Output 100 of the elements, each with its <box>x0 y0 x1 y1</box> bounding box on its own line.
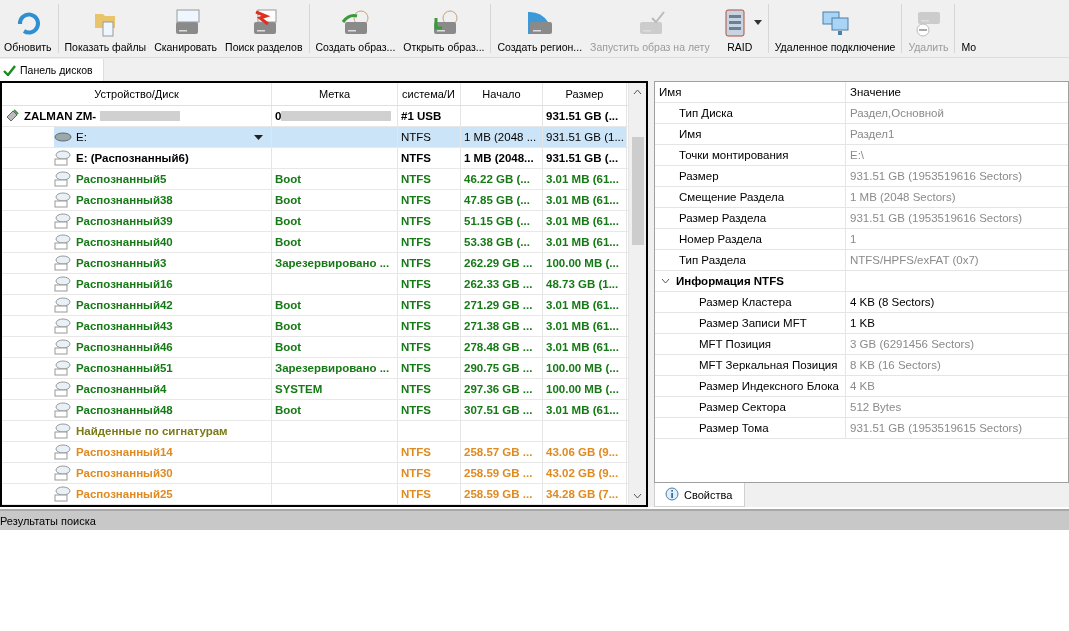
property-name: MFT Зеркальная Позиция <box>699 359 838 371</box>
property-name: Точки монтирования <box>679 149 789 161</box>
usb-drive-icon <box>4 108 20 124</box>
disk-tree-item[interactable]: Распознанный4 <box>54 379 271 399</box>
disk-tree-item[interactable]: Распознанный38 <box>54 190 271 210</box>
column-header[interactable]: Размер <box>543 83 627 105</box>
disk-tree-item[interactable]: Распознанный3 <box>54 253 271 273</box>
toolbar-button[interactable]: Сканировать <box>150 0 222 57</box>
disk-tree-item[interactable]: Распознанный16 <box>54 274 271 294</box>
disk-tree-item[interactable]: E: <box>54 127 271 147</box>
toolbar-button[interactable]: Создать образ... <box>311 0 400 57</box>
table-cell: 48.73 GB (1... <box>546 278 619 290</box>
table-cell: 307.51 GB ... <box>464 404 533 416</box>
disk-tree-item[interactable]: Распознанный46 <box>54 337 271 357</box>
table-cell: 271.38 GB ... <box>464 320 533 332</box>
table-cell: 258.57 GB ... <box>464 446 533 458</box>
property-name: Тип Диска <box>679 107 733 119</box>
property-value: 4 KB <box>850 380 875 392</box>
table-cell: NTFS <box>401 299 432 311</box>
property-name: Имя <box>679 128 702 140</box>
column-header[interactable]: Значение <box>846 82 1068 102</box>
property-value: 931.51 GB (1953519615 Sectors) <box>850 422 1022 434</box>
disk-tree-item[interactable]: Распознанный40 <box>54 232 271 252</box>
property-value: 1 <box>850 233 857 245</box>
disk-tree-item[interactable]: E: (Распознанный6) <box>54 148 271 168</box>
disk-tree-item[interactable]: Распознанный43 <box>54 316 271 336</box>
toolbar-button[interactable]: Создать регион... <box>493 0 587 57</box>
table-cell: 262.33 GB ... <box>464 278 533 290</box>
column-header[interactable]: система/И <box>398 83 461 105</box>
disk-tree-item[interactable]: Найденные по сигнатурам <box>54 421 271 441</box>
toolbar-button[interactable]: Мо <box>957 0 981 57</box>
disk-tree-item[interactable]: Распознанный42 <box>54 295 271 315</box>
property-name: Размер Кластера <box>699 296 792 308</box>
toolbar-button[interactable]: Показать файлы <box>60 0 151 57</box>
table-cell: 931.51 GB (... <box>546 110 619 122</box>
property-name: Размер Раздела <box>679 212 767 224</box>
table-cell: NTFS <box>401 194 432 206</box>
chevron-down-icon[interactable] <box>661 278 670 284</box>
cloud-drive-icon <box>54 423 72 439</box>
scroll-down-icon[interactable] <box>633 493 642 499</box>
table-cell: 53.38 GB (... <box>464 236 530 248</box>
disk-tree-item[interactable]: Распознанный48 <box>54 400 271 420</box>
scrollbar[interactable] <box>628 83 646 505</box>
cloud-drive-icon <box>54 339 72 355</box>
toolbar-button[interactable]: Обновить <box>0 0 56 57</box>
table-cell: NTFS <box>401 362 432 374</box>
table-cell: Boot <box>275 341 302 353</box>
property-name: Размер <box>679 170 719 182</box>
toolbar-button[interactable]: Открыть образ... <box>399 0 489 57</box>
scroll-thumb[interactable] <box>631 137 644 245</box>
table-cell: 258.59 GB ... <box>464 467 533 479</box>
column-header[interactable]: Имя <box>655 82 846 102</box>
property-value: 512 Bytes <box>850 401 902 413</box>
table-cell: 3.01 MB (61... <box>546 404 619 416</box>
table-cell: 43.06 GB (9... <box>546 446 619 458</box>
table-cell: SYSTEM <box>275 383 323 395</box>
table-cell: Boot <box>275 299 302 311</box>
table-cell: Зарезервировано ... <box>275 362 390 374</box>
panel-tab[interactable]: Панель дисков <box>0 59 104 81</box>
table-cell: Boot <box>275 215 302 227</box>
table-cell: 51.15 GB (... <box>464 215 530 227</box>
table-cell: 297.36 GB ... <box>464 383 533 395</box>
table-cell: 0 <box>275 110 282 122</box>
table-cell: 3.01 MB (61... <box>546 173 619 185</box>
property-name: Тип Раздела <box>679 254 746 266</box>
properties-tab[interactable]: Свойства <box>654 483 746 507</box>
cloud-drive-icon <box>54 444 72 460</box>
cloud-drive-icon <box>54 150 72 166</box>
dropdown-arrow-icon[interactable] <box>254 134 263 140</box>
table-cell: NTFS <box>401 131 432 143</box>
property-value: 931.51 GB (1953519616 Sectors) <box>850 212 1022 224</box>
disk-tree-item[interactable]: Распознанный39 <box>54 211 271 231</box>
table-cell: NTFS <box>401 467 432 479</box>
property-value: 931.51 GB (1953519616 Sectors) <box>850 170 1022 182</box>
table-cell: NTFS <box>401 404 432 416</box>
column-header[interactable]: Устройство/Диск <box>2 83 272 105</box>
disk-tree-item[interactable]: Распознанный51 <box>54 358 271 378</box>
disk-tree-item[interactable]: Распознанный5 <box>54 169 271 189</box>
table-cell: NTFS <box>401 446 432 458</box>
column-header[interactable]: Метка <box>272 83 398 105</box>
table-cell: 3.01 MB (61... <box>546 320 619 332</box>
table-cell: Boot <box>275 173 302 185</box>
toolbar-button[interactable]: RAID <box>713 0 766 57</box>
toolbar-button[interactable]: Удаленное подключение <box>770 0 900 57</box>
cloud-drive-icon <box>54 318 72 334</box>
scroll-up-icon[interactable] <box>633 89 642 95</box>
disk-tree-item[interactable]: ZALMAN ZM- <box>4 106 271 126</box>
table-cell: 271.29 GB ... <box>464 299 533 311</box>
table-cell: 34.28 GB (7... <box>546 488 619 500</box>
cloud-drive-icon <box>54 255 72 271</box>
table-cell: NTFS <box>401 383 432 395</box>
table-cell: 3.01 MB (61... <box>546 236 619 248</box>
property-value: 1 MB (2048 Sectors) <box>850 191 956 203</box>
column-header[interactable]: Начало <box>461 83 543 105</box>
drive-icon <box>54 131 72 143</box>
cloud-drive-icon <box>54 192 72 208</box>
property-name: Размер Сектора <box>699 401 786 413</box>
table-cell: NTFS <box>401 341 432 353</box>
toolbar-button[interactable]: Поиск разделов <box>221 0 307 57</box>
cloud-drive-icon <box>54 360 72 376</box>
